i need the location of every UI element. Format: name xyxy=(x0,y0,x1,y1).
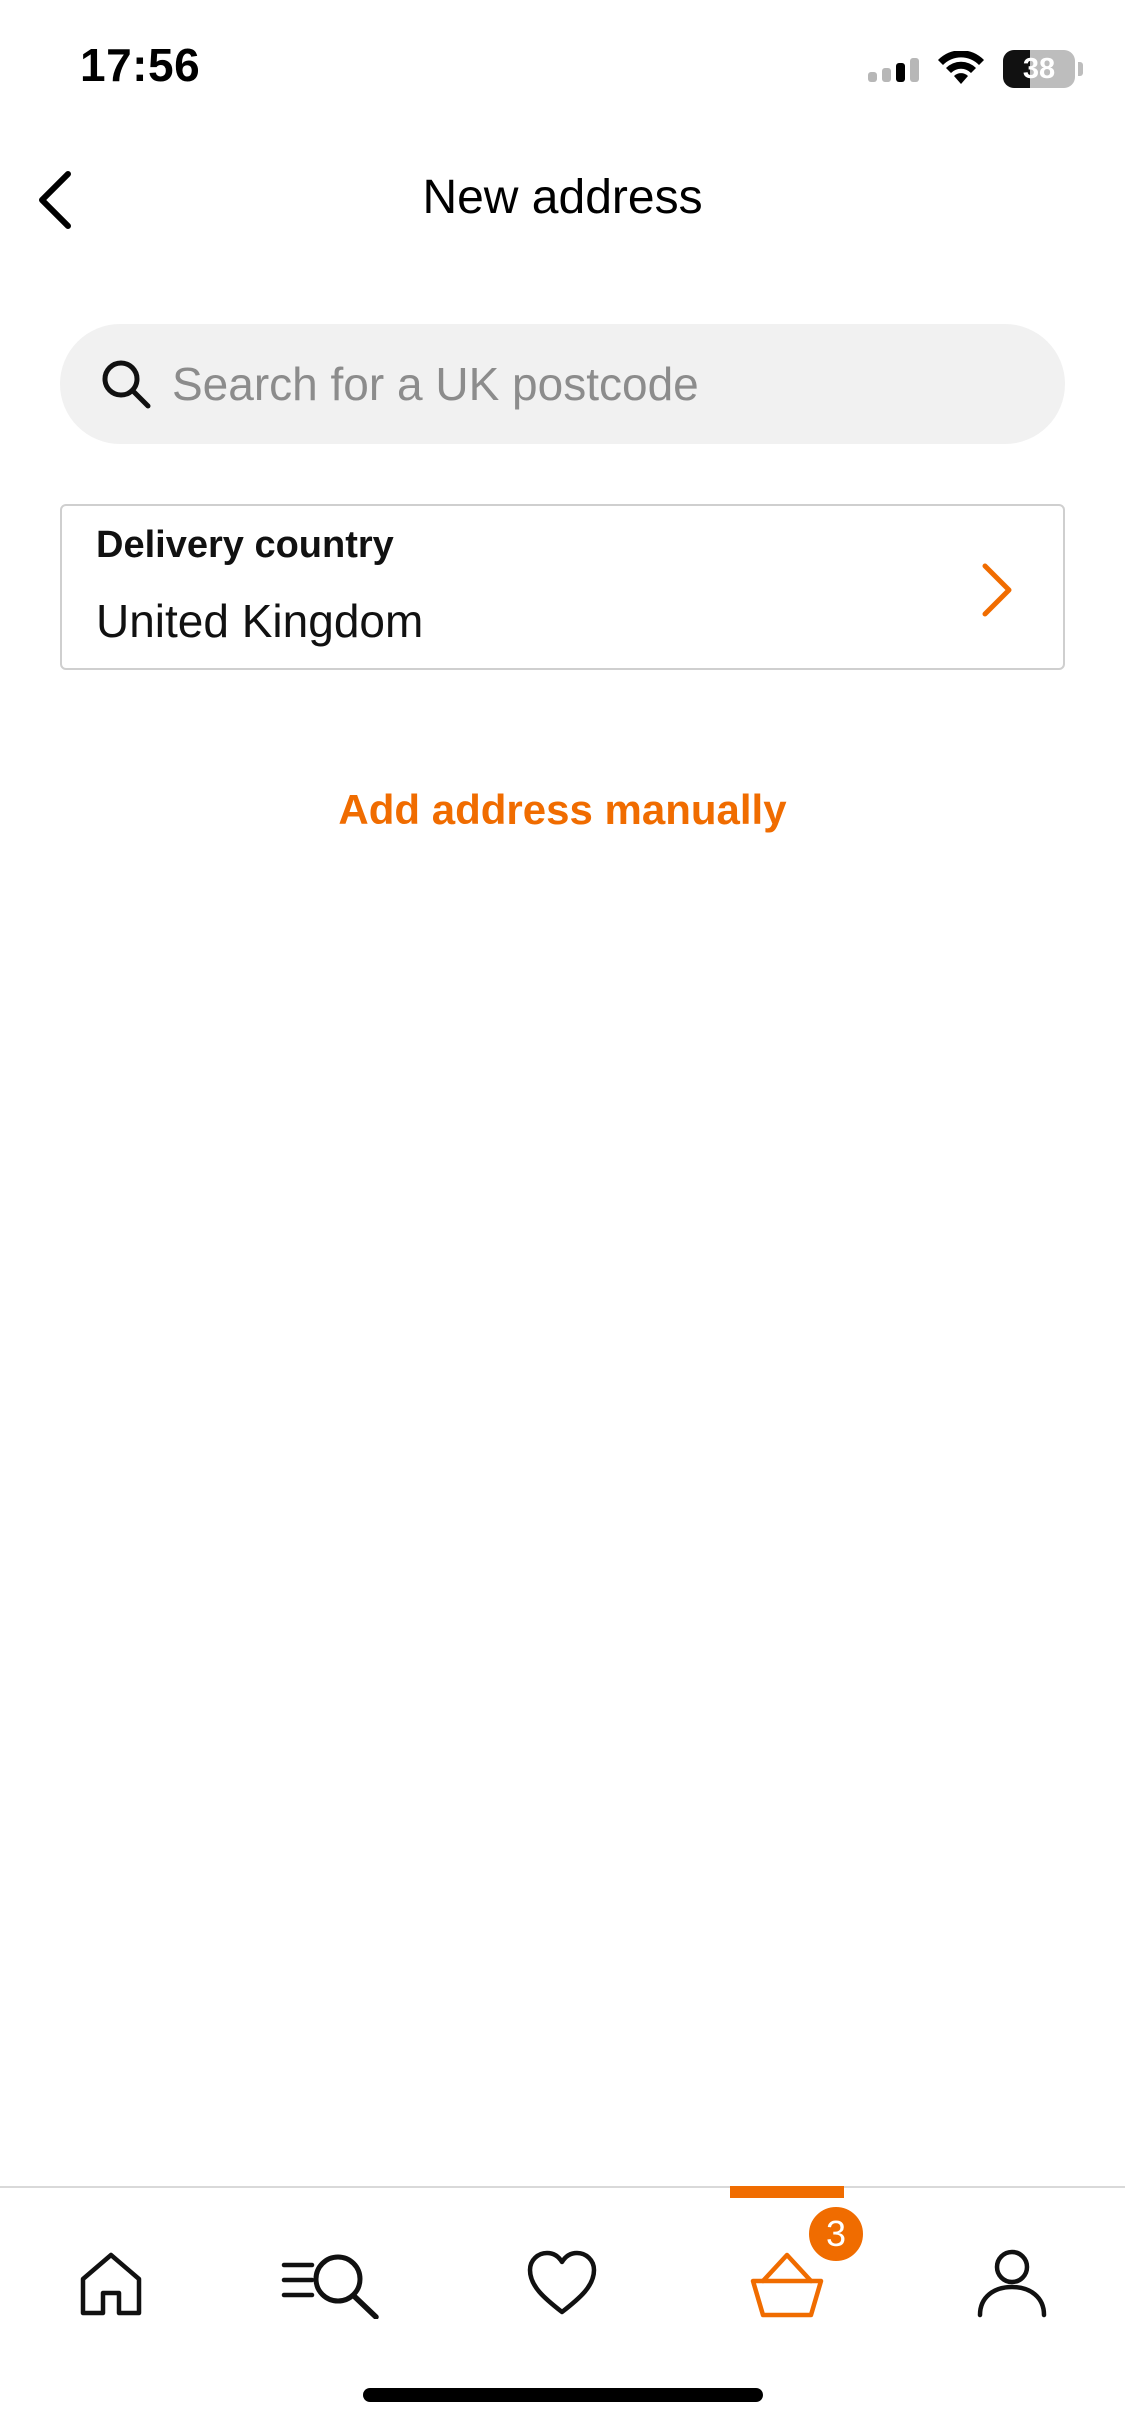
basket-count-badge: 3 xyxy=(806,2204,866,2264)
tab-home[interactable] xyxy=(36,2228,186,2338)
status-time: 17:56 xyxy=(80,39,201,91)
new-address-screen: 17:56 38 New address Search for a UK pos… xyxy=(0,0,1125,2436)
chevron-right-icon xyxy=(982,563,1012,617)
delivery-country-selector[interactable]: Delivery country United Kingdom xyxy=(60,504,1065,670)
battery-cap xyxy=(1078,62,1083,76)
home-icon xyxy=(80,2252,142,2316)
menu-search-icon xyxy=(281,2254,379,2319)
heart-icon xyxy=(527,2250,597,2315)
tab-browse[interactable] xyxy=(258,2228,408,2338)
delivery-country-label: Delivery country xyxy=(96,524,394,566)
cellular-signal-icon xyxy=(868,56,919,82)
nav-header: New address xyxy=(0,140,1125,260)
person-icon xyxy=(977,2249,1047,2318)
delivery-country-value: United Kingdom xyxy=(96,595,424,647)
search-icon xyxy=(102,360,151,409)
page-title: New address xyxy=(422,171,703,224)
battery-icon: 38 xyxy=(1003,50,1075,88)
home-indicator xyxy=(363,2388,763,2402)
postcode-search-input[interactable] xyxy=(172,357,1032,411)
status-icons: 38 xyxy=(868,44,1083,94)
battery-level: 38 xyxy=(1022,52,1056,85)
add-address-manually-link[interactable]: Add address manually xyxy=(0,786,1125,834)
bottom-tab-bar: 3 xyxy=(0,2186,1125,2436)
tab-saved[interactable] xyxy=(487,2228,637,2338)
tab-account[interactable] xyxy=(937,2228,1087,2338)
status-bar: 17:56 38 xyxy=(0,0,1125,140)
wifi-icon xyxy=(938,51,984,84)
active-tab-indicator xyxy=(730,2186,844,2198)
postcode-search-field[interactable] xyxy=(60,324,1065,444)
basket-icon xyxy=(750,2252,824,2318)
